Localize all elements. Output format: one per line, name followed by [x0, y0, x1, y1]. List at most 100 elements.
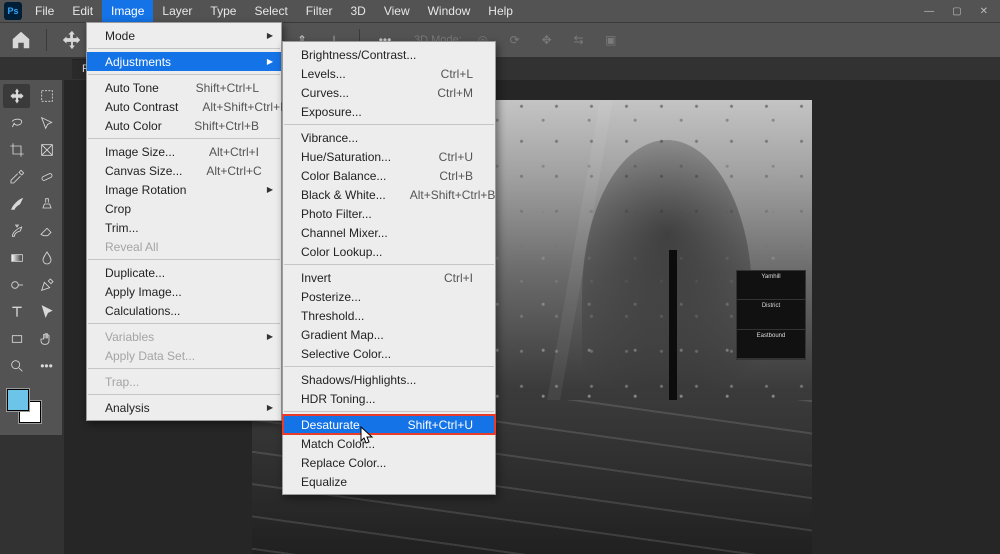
adjust-menu-vibrance[interactable]: Vibrance...	[283, 128, 495, 147]
menu-type[interactable]: Type	[201, 0, 245, 22]
adjust-menu-hue-saturation[interactable]: Hue/Saturation...Ctrl+U	[283, 147, 495, 166]
path-select-tool[interactable]	[33, 300, 60, 324]
image-menu-apply-data-set: Apply Data Set...	[87, 346, 281, 365]
eraser-tool[interactable]	[33, 219, 60, 243]
adjust-menu-curves[interactable]: Curves...Ctrl+M	[283, 83, 495, 102]
adjust-menu-color-balance[interactable]: Color Balance...Ctrl+B	[283, 166, 495, 185]
fg-swatch[interactable]	[7, 389, 29, 411]
dodge-tool[interactable]	[3, 273, 30, 297]
menu-filter[interactable]: Filter	[297, 0, 342, 22]
adjust-menu-levels[interactable]: Levels...Ctrl+L	[283, 64, 495, 83]
clone-stamp-tool[interactable]	[33, 192, 60, 216]
adjust-menu-match-color[interactable]: Match Color...	[283, 434, 495, 453]
adjust-menu-shadows-highlights[interactable]: Shadows/Highlights...	[283, 370, 495, 389]
image-menu-apply-image[interactable]: Apply Image...	[87, 282, 281, 301]
image-menu-duplicate[interactable]: Duplicate...	[87, 263, 281, 282]
image-menu-analysis[interactable]: Analysis	[87, 398, 281, 417]
edit-toolbar-icon[interactable]: •••	[33, 354, 60, 378]
adjust-menu-hdr-toning[interactable]: HDR Toning...	[283, 389, 495, 408]
adjust-menu-exposure[interactable]: Exposure...	[283, 102, 495, 121]
menu-item-shortcut: Shift+Ctrl+L	[172, 81, 259, 95]
3d-camera-icon[interactable]: ▣	[600, 29, 622, 51]
menu-item-label: Apply Image...	[105, 285, 259, 299]
image-menu-image-size[interactable]: Image Size...Alt+Ctrl+I	[87, 142, 281, 161]
adjust-menu-desaturate[interactable]: DesaturateShift+Ctrl+U	[283, 415, 495, 434]
adjust-menu-posterize[interactable]: Posterize...	[283, 287, 495, 306]
minimize-icon[interactable]: —	[924, 6, 934, 17]
image-menu-auto-tone[interactable]: Auto ToneShift+Ctrl+L	[87, 78, 281, 97]
menu-separator	[284, 124, 494, 125]
adjust-menu-replace-color[interactable]: Replace Color...	[283, 453, 495, 472]
3d-roll-icon[interactable]: ⟳	[504, 29, 526, 51]
3d-slide-icon[interactable]: ⇆	[568, 29, 590, 51]
menu-bar: Ps FileEditImageLayerTypeSelectFilter3DV…	[0, 0, 1000, 22]
rectangle-tool[interactable]	[3, 327, 30, 351]
menu-separator	[284, 366, 494, 367]
menu-window[interactable]: Window	[419, 0, 480, 22]
move-tool-indicator-icon[interactable]	[61, 29, 83, 51]
3d-pan-icon[interactable]: ✥	[536, 29, 558, 51]
history-brush-tool[interactable]	[3, 219, 30, 243]
menu-item-label: Canvas Size...	[105, 164, 182, 178]
image-menu-mode[interactable]: Mode	[87, 26, 281, 45]
adjust-menu-black-white[interactable]: Black & White...Alt+Shift+Ctrl+B	[283, 185, 495, 204]
menu-item-label: Image Rotation	[105, 183, 259, 197]
menu-file[interactable]: File	[26, 0, 63, 22]
adjust-menu-channel-mixer[interactable]: Channel Mixer...	[283, 223, 495, 242]
menu-layer[interactable]: Layer	[153, 0, 201, 22]
menu-view[interactable]: View	[375, 0, 419, 22]
pen-tool[interactable]	[33, 273, 60, 297]
menu-edit[interactable]: Edit	[63, 0, 102, 22]
menu-help[interactable]: Help	[479, 0, 522, 22]
marquee-tool[interactable]	[33, 84, 60, 108]
frame-tool[interactable]	[33, 138, 60, 162]
image-menu-trim[interactable]: Trim...	[87, 218, 281, 237]
image-menu-auto-color[interactable]: Auto ColorShift+Ctrl+B	[87, 116, 281, 135]
image-menu-calculations[interactable]: Calculations...	[87, 301, 281, 320]
image-menu-canvas-size[interactable]: Canvas Size...Alt+Ctrl+C	[87, 161, 281, 180]
menu-image[interactable]: Image	[102, 0, 153, 22]
image-menu-trap: Trap...	[87, 372, 281, 391]
menu-separator	[88, 368, 280, 369]
crop-tool[interactable]	[3, 138, 30, 162]
menu-item-label: Channel Mixer...	[301, 226, 473, 240]
type-tool[interactable]	[3, 300, 30, 324]
image-menu-variables: Variables	[87, 327, 281, 346]
adjust-menu-selective-color[interactable]: Selective Color...	[283, 344, 495, 363]
adjust-menu-gradient-map[interactable]: Gradient Map...	[283, 325, 495, 344]
brush-tool[interactable]	[3, 192, 30, 216]
image-menu-adjustments[interactable]: Adjustments	[87, 52, 281, 71]
menu-select[interactable]: Select	[245, 0, 296, 22]
image-menu-image-rotation[interactable]: Image Rotation	[87, 180, 281, 199]
menu-item-shortcut: Alt+Ctrl+I	[185, 145, 259, 159]
adjust-menu-threshold[interactable]: Threshold...	[283, 306, 495, 325]
adjust-menu-color-lookup[interactable]: Color Lookup...	[283, 242, 495, 261]
color-swatches[interactable]	[3, 387, 60, 431]
menu-item-label: Shadows/Highlights...	[301, 373, 473, 387]
tools-panel: •••	[0, 80, 62, 435]
menu-separator	[284, 264, 494, 265]
image-menu-crop[interactable]: Crop	[87, 199, 281, 218]
image-menu-auto-contrast[interactable]: Auto ContrastAlt+Shift+Ctrl+L	[87, 97, 281, 116]
quick-select-tool[interactable]	[33, 111, 60, 135]
restore-icon[interactable]: ▢	[952, 6, 961, 17]
menu-item-label: Photo Filter...	[301, 207, 473, 221]
menu-separator	[284, 411, 494, 412]
gradient-tool[interactable]	[3, 246, 30, 270]
lasso-tool[interactable]	[3, 111, 30, 135]
menu-item-label: Apply Data Set...	[105, 349, 259, 363]
healing-brush-tool[interactable]	[33, 165, 60, 189]
adjust-menu-photo-filter[interactable]: Photo Filter...	[283, 204, 495, 223]
adjust-menu-invert[interactable]: InvertCtrl+I	[283, 268, 495, 287]
move-tool[interactable]	[3, 84, 30, 108]
eyedropper-tool[interactable]	[3, 165, 30, 189]
home-icon[interactable]	[10, 29, 32, 51]
close-icon[interactable]: ✕	[980, 6, 988, 17]
zoom-tool[interactable]	[3, 354, 30, 378]
adjust-menu-brightness-contrast[interactable]: Brightness/Contrast...	[283, 45, 495, 64]
blur-tool[interactable]	[33, 246, 60, 270]
adjust-menu-equalize[interactable]: Equalize	[283, 472, 495, 491]
hand-tool[interactable]	[33, 327, 60, 351]
menu-3d[interactable]: 3D	[341, 0, 374, 22]
menu-item-shortcut: Alt+Shift+Ctrl+B	[386, 188, 496, 202]
